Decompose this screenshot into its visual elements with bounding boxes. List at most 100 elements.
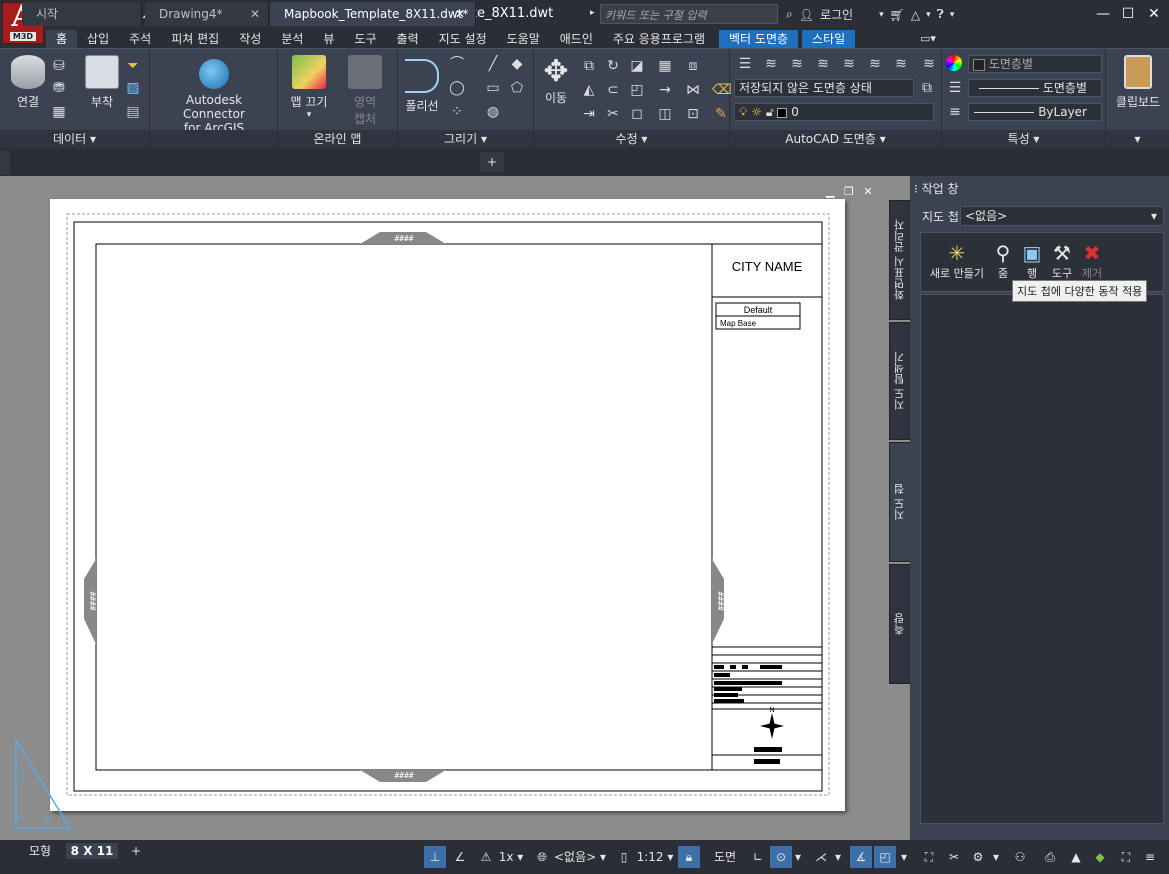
polyline-button[interactable]: 폴리선 (400, 59, 444, 114)
dropdown-icon[interactable]: ▾ (950, 10, 955, 20)
dropdown-icon[interactable]: ▾ (926, 10, 931, 20)
polygon-icon[interactable]: ⬠ (508, 79, 526, 97)
tab-map-explorer[interactable]: 지도 탐색기 (889, 322, 911, 440)
tab-home[interactable]: 홈 (46, 30, 78, 48)
layout-tab-8x11[interactable]: 8 X 11 (66, 843, 118, 859)
customize-icon[interactable]: ≡ (1140, 846, 1160, 868)
stretch-icon[interactable]: ⋈ (684, 81, 702, 99)
tab-featured-apps[interactable]: 주요 응용프로그램 (603, 30, 715, 48)
trim-icon[interactable]: ◪ (628, 57, 646, 75)
panel-expand[interactable]: ▾ (1106, 130, 1169, 148)
line-icon[interactable]: ╱ (484, 55, 502, 73)
move-button[interactable]: ✥ 이동 (536, 55, 576, 106)
close-icon[interactable]: ✕ (863, 185, 872, 198)
tab-style[interactable]: 스타일 (802, 30, 856, 48)
ortho-icon[interactable]: ∠ (450, 846, 470, 868)
attach-button[interactable]: 부착 (82, 55, 122, 110)
annotation-monitor-icon[interactable]: ⛶ (918, 846, 940, 868)
tab-analyze[interactable]: 분석 (271, 30, 313, 48)
panel-title[interactable]: 특성 ▾ (942, 130, 1105, 148)
layer-freeze-icon[interactable]: ≋ (866, 55, 884, 73)
scale-icon[interactable]: ◰ (628, 81, 646, 99)
connect-button[interactable]: 연결 (8, 55, 48, 110)
image-icon[interactable]: ▨ (124, 79, 142, 97)
color-dropdown[interactable]: 도면층별 (968, 55, 1102, 73)
remove-button[interactable]: ✖ 제거 (1079, 241, 1105, 281)
close-button[interactable]: ✕ (1143, 4, 1165, 24)
break-icon[interactable]: ⊡ (684, 105, 702, 123)
copy-icon[interactable]: ⧉ (580, 57, 598, 75)
layer-match-icon[interactable]: ≋ (788, 55, 806, 73)
arcgis-connector-button[interactable]: Autodesk Connector for ArcGIS (154, 59, 274, 135)
annotation-scale[interactable]: 1x ▾ (496, 846, 526, 868)
circle-icon[interactable]: ◯ (448, 79, 466, 97)
panel-title[interactable]: 데이터 ▾ (0, 130, 149, 148)
search-expand-icon[interactable]: ▸ (590, 8, 595, 18)
view-button[interactable]: ▣ 행 (1019, 241, 1045, 281)
mapbook-tree[interactable] (920, 294, 1164, 824)
mapbook-dropdown[interactable]: <없음> ▾ (960, 206, 1164, 226)
tab-help[interactable]: 도움말 (497, 30, 550, 48)
warning-icon[interactable]: ▲ (1066, 846, 1086, 868)
panel-title[interactable]: 그리기 ▾ (398, 130, 533, 148)
new-tab-button[interactable]: + (480, 152, 504, 172)
help-icon[interactable]: ❓︎ (937, 7, 944, 22)
close-icon[interactable]: ✕ (250, 2, 260, 26)
doc-tab-drawing4[interactable]: Drawing4* ✕ (145, 2, 269, 26)
viewport-scale-icon[interactable]: ▯ (614, 846, 634, 868)
polar-tracking-icon[interactable]: ⊙ (770, 846, 792, 868)
coordinate-system-dropdown[interactable]: <없음> ▾ (552, 846, 608, 868)
rotate-icon[interactable]: ↻ (604, 57, 622, 75)
hatch-icon[interactable]: ◍ (484, 103, 502, 121)
doc-tab-start[interactable]: 시작 (22, 2, 142, 26)
database-query-icon[interactable]: ⛁ (50, 57, 68, 75)
snap-icon[interactable]: ∟ (748, 846, 768, 868)
annotation-visibility-icon[interactable]: ✂ (944, 846, 964, 868)
arc-icon[interactable]: ⌒ (448, 55, 466, 73)
tab-map-setup[interactable]: 지도 설정 (429, 30, 497, 48)
search-input[interactable]: 키워드 또는 구절 입력 (600, 4, 778, 24)
dropdown-icon[interactable]: ▾ (990, 846, 1002, 868)
globe-icon[interactable]: 🌐︎ (532, 846, 552, 868)
join-icon[interactable]: → (656, 81, 674, 99)
filter-icon[interactable]: ⏷ (124, 57, 142, 75)
layer-state-dropdown[interactable]: 저장되지 않은 도면층 상태 (734, 79, 914, 97)
osnap-icon[interactable]: ⋌ (810, 846, 832, 868)
dropdown-icon[interactable]: ▾ (832, 846, 844, 868)
autodesk-icon[interactable]: △ (911, 8, 920, 22)
tab-create[interactable]: 작성 (229, 30, 271, 48)
tab-addins[interactable]: 애드인 (550, 30, 603, 48)
dropdown-icon[interactable]: ▾ (792, 846, 804, 868)
layer-import-icon[interactable]: ▤ (124, 103, 142, 121)
tab-map-book[interactable]: 지도 첩 (889, 442, 911, 562)
layer-states-icon[interactable]: ≋ (762, 55, 780, 73)
tab-annotate[interactable]: 주석 (119, 30, 161, 48)
doc-tab-mapbook[interactable]: Mapbook_Template_8X11.dwt* ✕ (270, 2, 476, 26)
tab-insert[interactable]: 삽입 (77, 30, 119, 48)
rectangle-icon[interactable]: ▭ (484, 79, 502, 97)
color-wheel-icon[interactable] (946, 55, 962, 71)
extend-icon[interactable]: ⇥ (580, 105, 598, 123)
layer-walk-icon[interactable]: ≋ (920, 55, 938, 73)
lock-icon[interactable]: 🔒︎ (678, 846, 700, 868)
lineweight-icon[interactable]: ☰ (946, 79, 964, 97)
erase-icon[interactable]: ⌫ (712, 81, 732, 99)
tab-output[interactable]: 출력 (387, 30, 429, 48)
minimize-icon[interactable]: ▁ (826, 185, 834, 198)
dropdown-icon[interactable]: ▾ (879, 10, 884, 20)
selection-cycling-icon[interactable]: ◰ (874, 846, 896, 868)
add-layout-button[interactable]: + (126, 843, 146, 859)
user-icon[interactable]: 👤︎ (799, 8, 814, 22)
maximize-button[interactable]: ☐ (1117, 4, 1139, 24)
tab-tools[interactable]: 도구 (344, 30, 386, 48)
clipboard-button[interactable]: 클립보드 (1110, 55, 1166, 110)
printer-icon[interactable]: ⎙ (1040, 846, 1060, 868)
cut-icon[interactable]: ✂ (604, 105, 622, 123)
cart-icon[interactable]: 🛒︎ (890, 8, 905, 22)
layer-lock-icon[interactable]: ≋ (892, 55, 910, 73)
layer-off-icon[interactable]: ≋ (814, 55, 832, 73)
panel-title[interactable]: AutoCAD 도면층 ▾ (730, 130, 941, 148)
layer-walk-icon[interactable]: ⧈ (684, 57, 702, 75)
dropdown-icon[interactable]: ▾ (898, 846, 910, 868)
tab-vector-layer[interactable]: 벡터 도면층 (719, 30, 799, 48)
